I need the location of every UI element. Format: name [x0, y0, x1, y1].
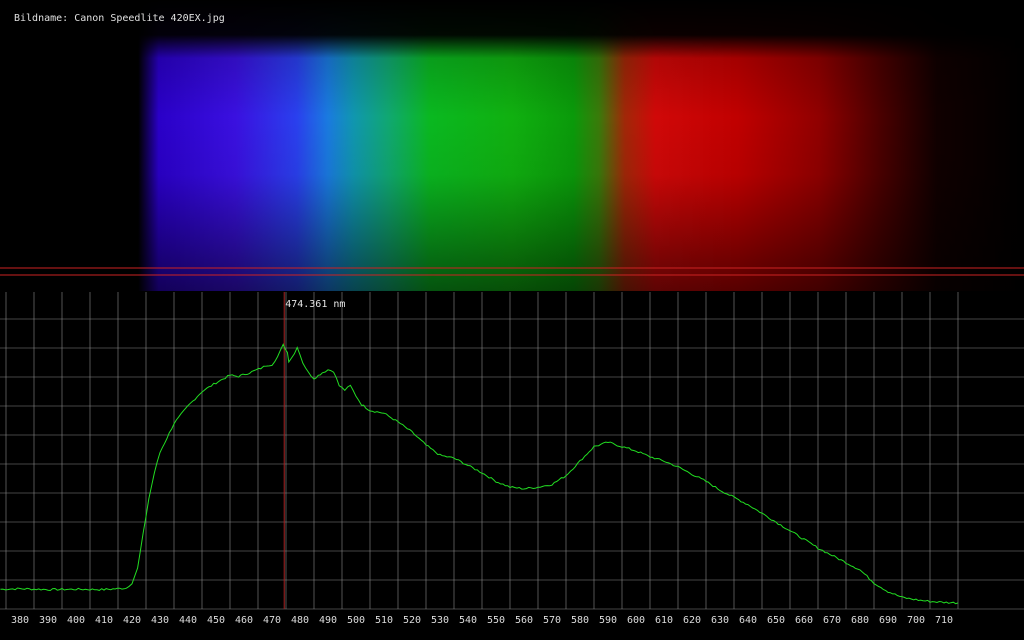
image-title: Bildname: Canon Speedlite 420EX.jpg	[14, 13, 225, 24]
spectrum-image: Bildname: Canon Speedlite 420EX.jpg	[0, 0, 1024, 291]
x-tick-label: 670	[823, 615, 841, 626]
x-tick-label: 530	[431, 615, 449, 626]
x-tick-label: 500	[347, 615, 365, 626]
spectrum-curve	[0, 343, 959, 605]
x-tick-label: 510	[375, 615, 393, 626]
x-tick-label: 550	[487, 615, 505, 626]
x-tick-label: 710	[935, 615, 953, 626]
x-tick-label: 440	[179, 615, 197, 626]
x-tick-label: 660	[795, 615, 813, 626]
x-tick-label: 610	[655, 615, 673, 626]
x-tick-label: 590	[599, 615, 617, 626]
x-tick-label: 690	[879, 615, 897, 626]
x-tick-label: 580	[571, 615, 589, 626]
x-tick-label: 470	[263, 615, 281, 626]
grid	[0, 292, 1024, 610]
spectrum-plot-area[interactable]: 380 390 400 410 420 430 440 450 460 470 480 490 500 5…	[0, 292, 1024, 640]
x-tick-label: 450	[207, 615, 225, 626]
x-tick-label: 700	[907, 615, 925, 626]
x-tick-label: 620	[683, 615, 701, 626]
x-tick-label: 430	[151, 615, 169, 626]
x-tick-label: 630	[711, 615, 729, 626]
x-tick-label: 390	[39, 615, 57, 626]
x-tick-label: 560	[515, 615, 533, 626]
x-tick-label: 680	[851, 615, 869, 626]
spectrum-plot[interactable]: 380 390 400 410 420 430 440 450 460 470 480 490 500 5…	[0, 292, 1024, 640]
x-tick-label: 640	[739, 615, 757, 626]
x-tick-label: 410	[95, 615, 113, 626]
spectrum-color-image	[0, 0, 1024, 291]
x-tick-label: 540	[459, 615, 477, 626]
x-tick-label: 460	[235, 615, 253, 626]
x-tick-label: 420	[123, 615, 141, 626]
image-title-filename: Canon Speedlite 420EX.jpg	[74, 13, 225, 24]
wavelength-cursor-label: 474.361 nm	[285, 299, 345, 310]
x-tick-label: 400	[67, 615, 85, 626]
image-title-label: Bildname:	[14, 13, 69, 24]
x-tick-label: 480	[291, 615, 309, 626]
x-tick-label: 520	[403, 615, 421, 626]
x-tick-labels: 380 390 400 410 420 430 440 450 460 470 480 490 500 5…	[11, 615, 953, 626]
x-tick-label: 380	[11, 615, 29, 626]
x-tick-label: 600	[627, 615, 645, 626]
x-tick-label: 490	[319, 615, 337, 626]
x-tick-label: 570	[543, 615, 561, 626]
x-tick-label: 650	[767, 615, 785, 626]
